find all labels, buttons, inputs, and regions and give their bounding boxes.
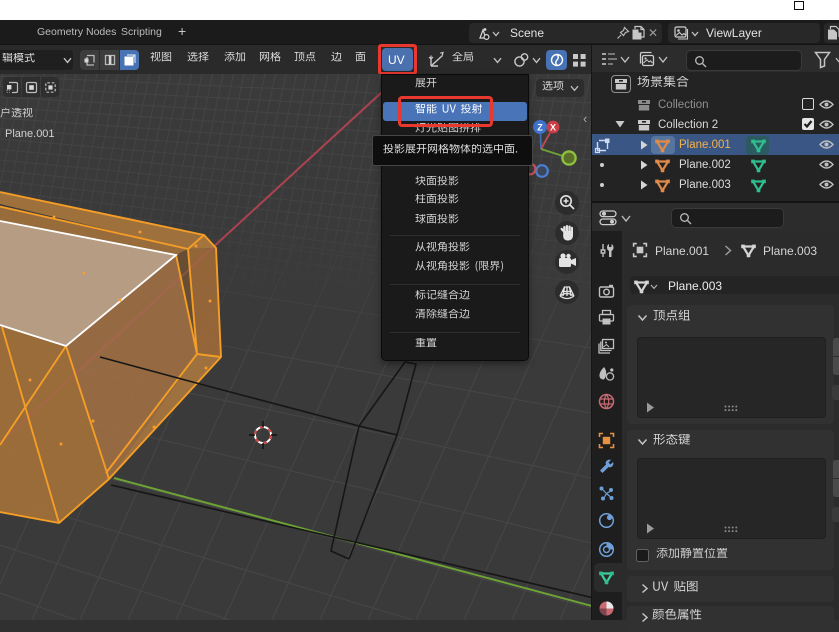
svg-text:Z: Z [537, 123, 543, 133]
svg-text:X: X [550, 123, 556, 133]
